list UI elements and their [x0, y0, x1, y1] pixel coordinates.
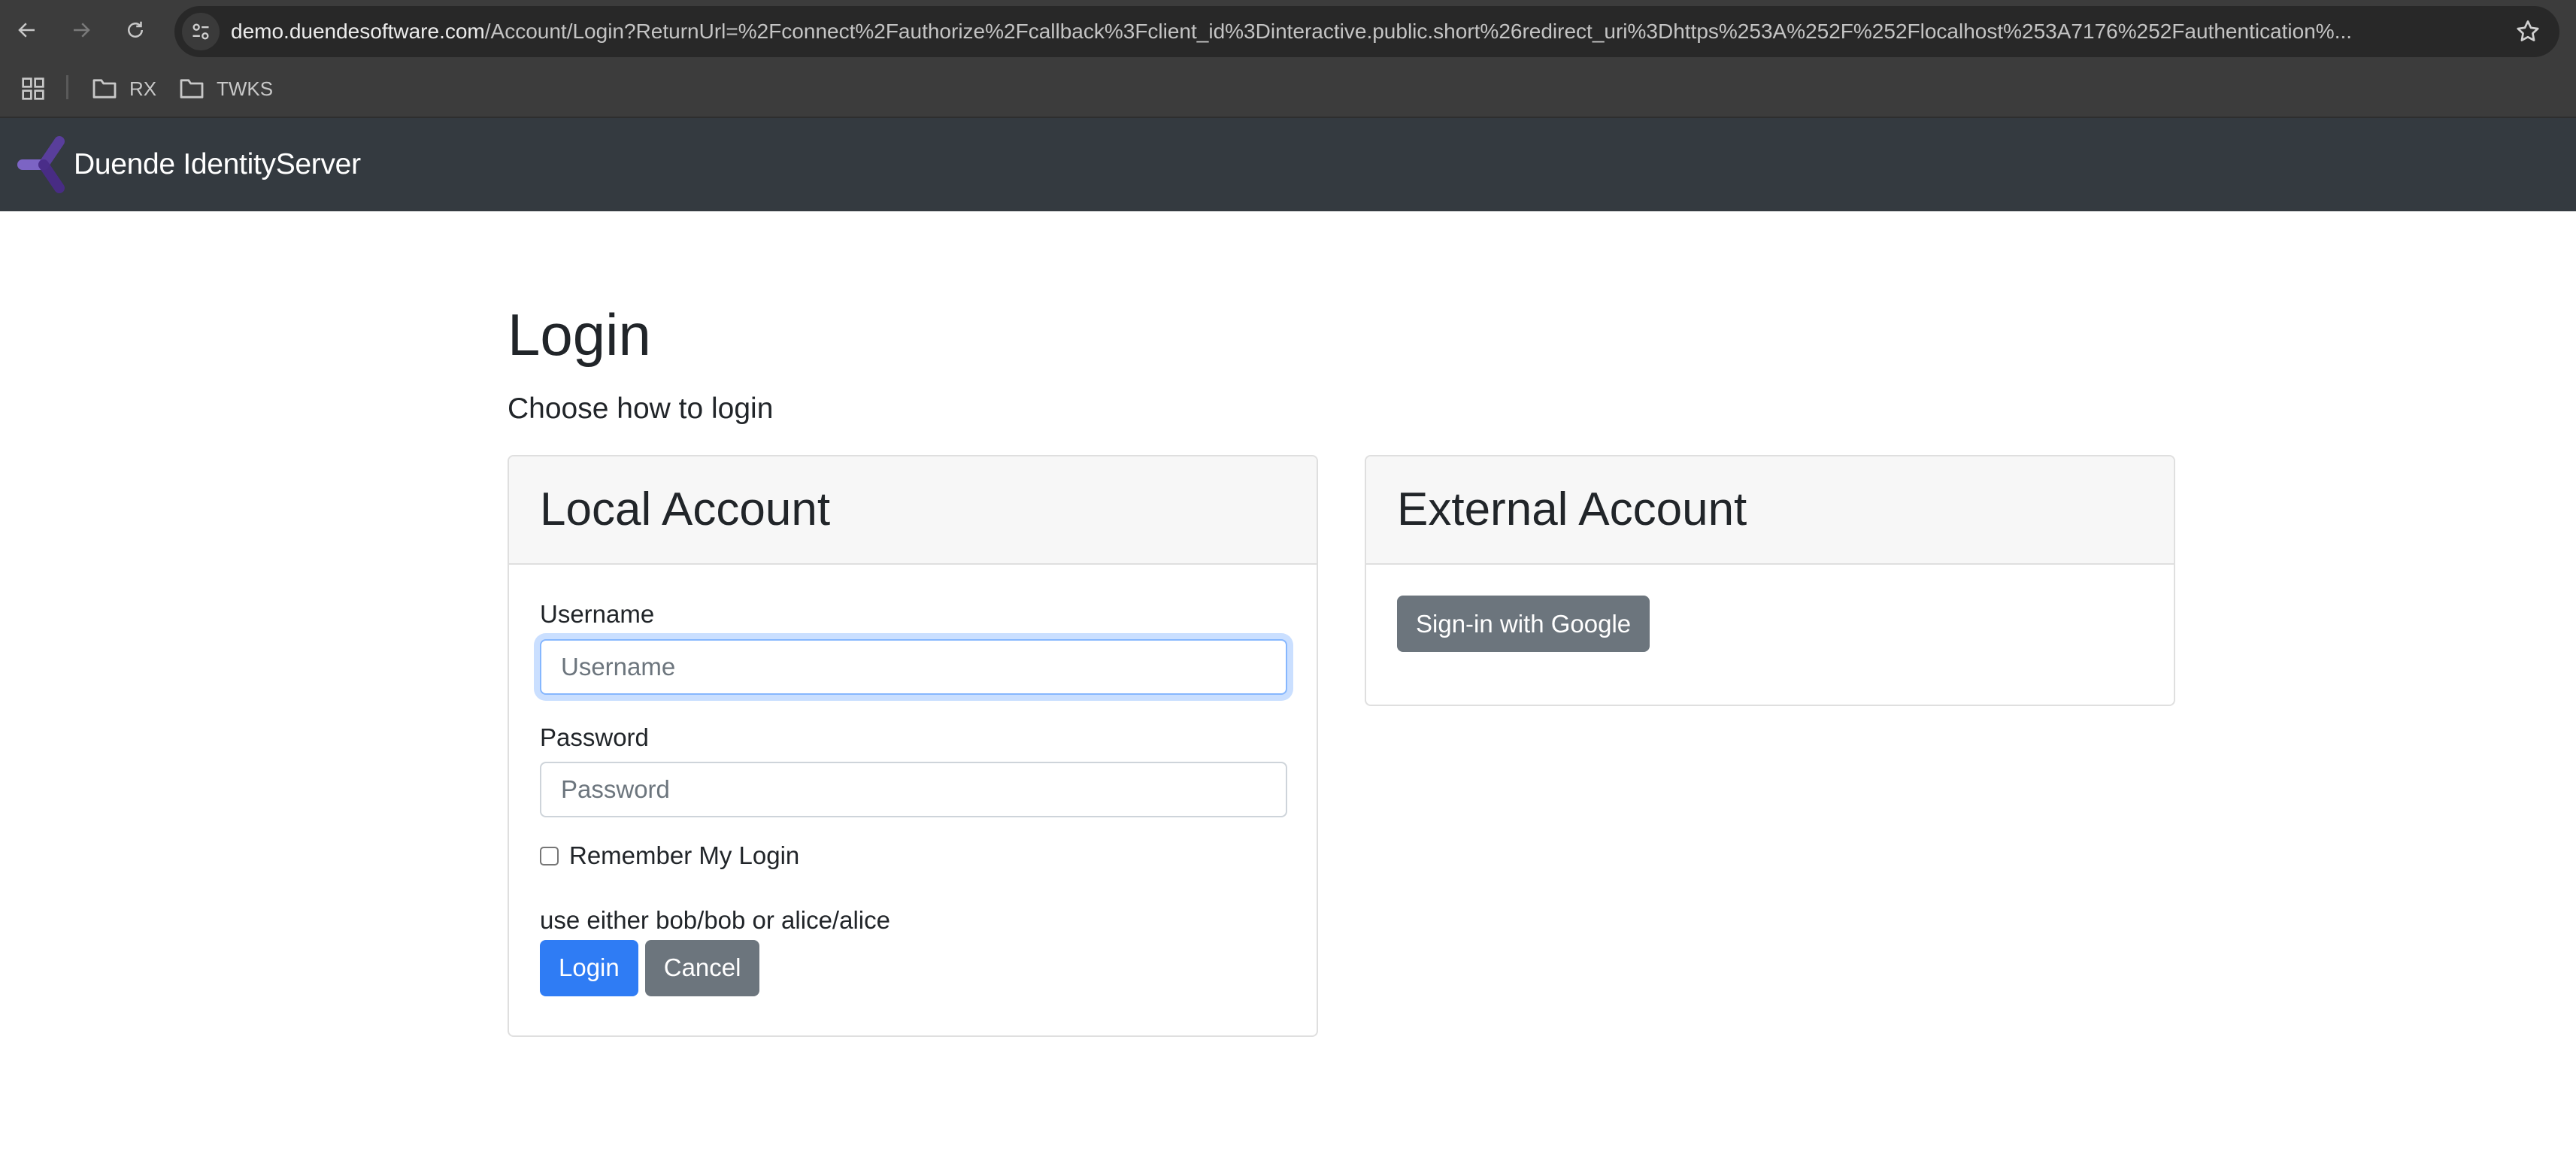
- folder-icon: [92, 79, 117, 99]
- username-label: Username: [540, 600, 655, 628]
- apps-grid-icon[interactable]: [21, 77, 45, 101]
- browser-chrome: demo.duendesoftware.com/Account/Login?Re…: [0, 0, 2576, 118]
- remember-login-row: Remember My Login: [540, 841, 1286, 870]
- site-info-button[interactable]: [182, 13, 220, 50]
- folder-icon: [180, 79, 204, 99]
- password-input[interactable]: [540, 762, 1287, 817]
- reload-icon: [128, 21, 143, 38]
- site-navbar: Duende IdentityServer: [0, 118, 2576, 211]
- url-text[interactable]: demo.duendesoftware.com/Account/Login?Re…: [231, 6, 2479, 57]
- google-signin-button[interactable]: Sign-in with Google: [1397, 596, 1650, 652]
- local-account-header: Local Account: [509, 456, 1317, 565]
- local-account-card: Local Account Username Password Remember…: [508, 455, 1318, 1037]
- username-input[interactable]: [540, 638, 1287, 695]
- back-button[interactable]: [12, 15, 42, 45]
- bookmark-label: RX: [129, 77, 157, 100]
- duende-logo-icon: [17, 136, 65, 193]
- local-account-form: Username Password Remember My Login use …: [509, 565, 1317, 1027]
- brand-link[interactable]: Duende IdentityServer: [17, 136, 361, 193]
- arrow-left-icon: [18, 23, 35, 38]
- page-subtitle: Choose how to login: [508, 393, 774, 425]
- brand-name: Duende IdentityServer: [74, 148, 361, 180]
- login-button[interactable]: Login: [540, 939, 638, 996]
- bookmark-folder-rx[interactable]: RX: [92, 72, 156, 105]
- url-path: /Account/Login?ReturnUrl=%2Fconnect%2Fau…: [484, 20, 2353, 43]
- external-account-title: External Account: [1397, 484, 1747, 535]
- form-actions: Login Cancel: [540, 939, 1286, 996]
- bookmarks-divider: [66, 75, 68, 99]
- remember-login-label[interactable]: Remember My Login: [569, 841, 799, 870]
- url-host: demo.duendesoftware.com: [231, 20, 485, 43]
- bookmark-star-icon[interactable]: [2514, 18, 2541, 45]
- bookmarks-bar: RX TWKS: [0, 60, 2576, 117]
- password-label: Password: [540, 723, 649, 751]
- external-providers: Sign-in with Google: [1366, 565, 2174, 683]
- browser-toolbar: demo.duendesoftware.com/Account/Login?Re…: [0, 0, 2576, 60]
- arrow-right-icon: [74, 23, 90, 38]
- bookmark-label: TWKS: [217, 77, 274, 100]
- external-account-header: External Account: [1366, 456, 2174, 565]
- reload-button[interactable]: [120, 15, 150, 45]
- cancel-button[interactable]: Cancel: [644, 939, 760, 996]
- credentials-hint: use either bob/bob or alice/alice: [540, 906, 890, 934]
- forward-button[interactable]: [66, 15, 96, 45]
- bookmark-folder-twks[interactable]: TWKS: [179, 72, 273, 105]
- page-title: Login: [508, 302, 651, 368]
- remember-login-checkbox[interactable]: [540, 846, 559, 865]
- tune-icon: [192, 23, 209, 40]
- local-account-title: Local Account: [540, 484, 831, 535]
- address-bar[interactable]: demo.duendesoftware.com/Account/Login?Re…: [174, 6, 2559, 57]
- external-account-card: External Account Sign-in with Google: [1365, 455, 2175, 706]
